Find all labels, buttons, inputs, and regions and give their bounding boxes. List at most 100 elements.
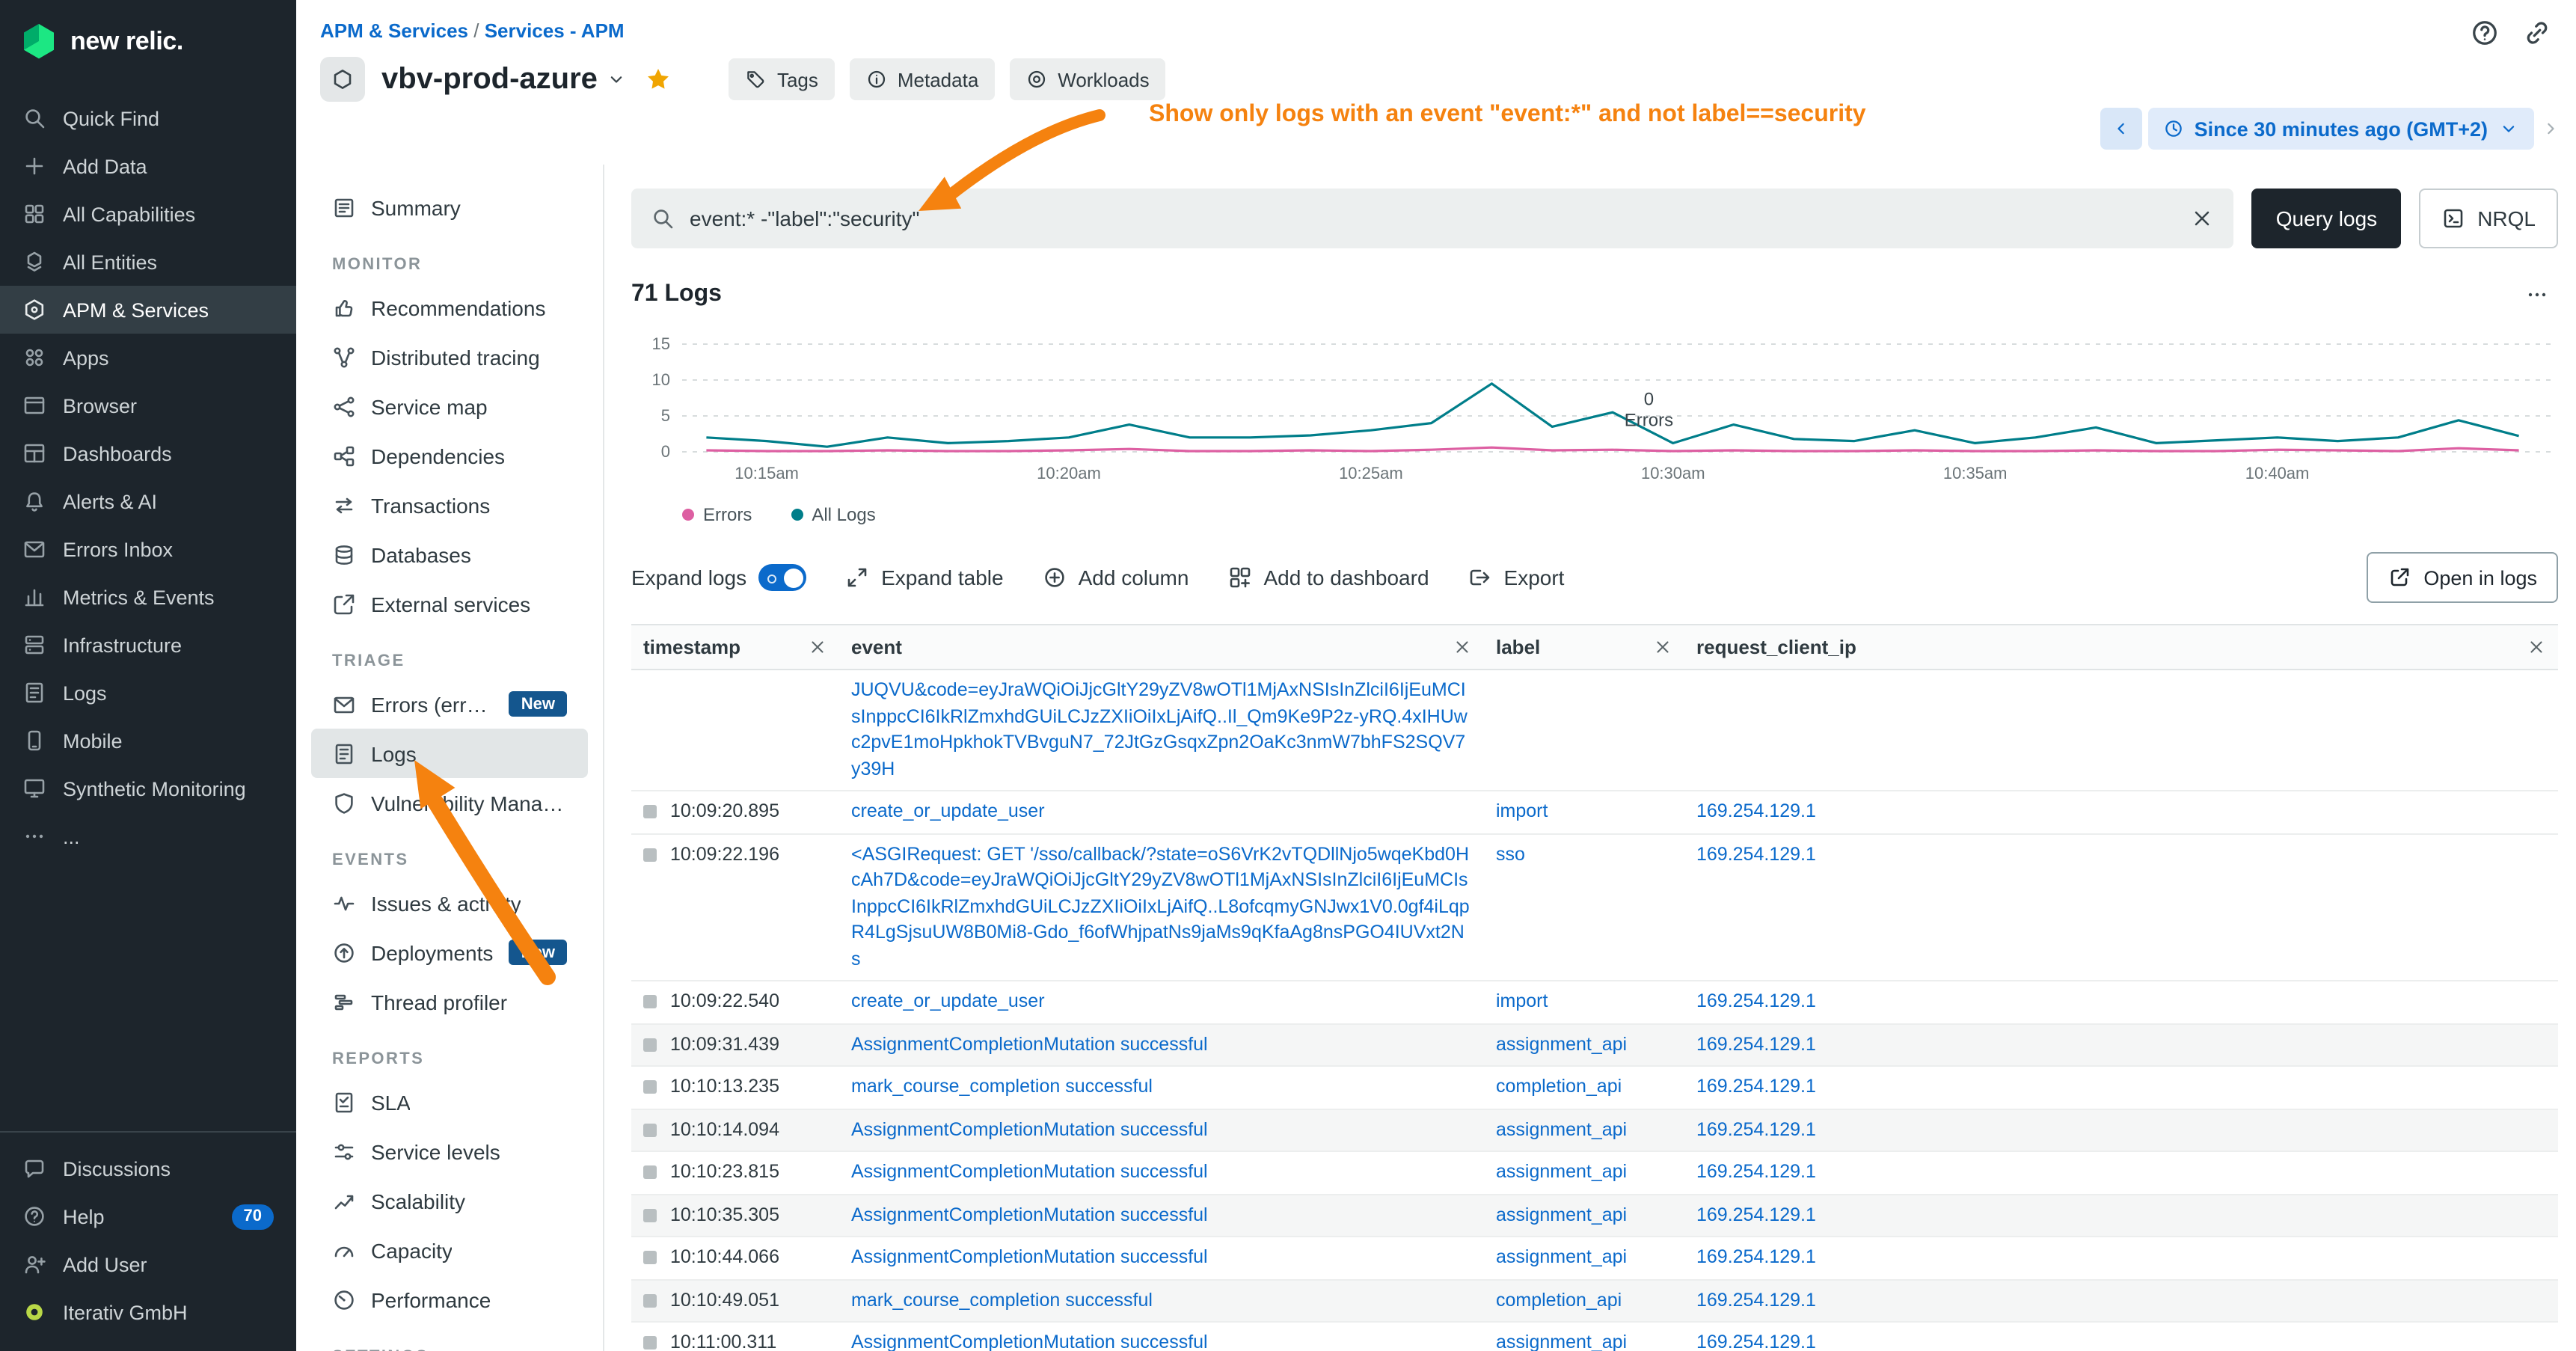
log-label-link[interactable]: assignment_api <box>1496 1033 1627 1054</box>
log-client-ip-link[interactable]: 169.254.129.1 <box>1696 1118 1816 1139</box>
log-row-marker[interactable] <box>643 1123 657 1136</box>
sidebar-item-thread-profiler[interactable]: Thread profiler <box>311 977 588 1026</box>
log-row-marker[interactable] <box>643 848 657 861</box>
log-row-marker[interactable] <box>643 1336 657 1350</box>
workloads-button[interactable]: Workloads <box>1010 58 1165 100</box>
time-range-button[interactable]: Since 30 minutes ago (GMT+2) <box>2148 108 2534 150</box>
global-nav-item-item[interactable]: ... <box>0 812 296 860</box>
log-label-link[interactable]: assignment_api <box>1496 1161 1627 1182</box>
global-nav-item-logs[interactable]: Logs <box>0 669 296 717</box>
log-row-marker[interactable] <box>643 1208 657 1222</box>
global-nav-item-synthetic-monitoring[interactable]: Synthetic Monitoring <box>0 765 296 812</box>
breadcrumb-link-apm-services[interactable]: APM & Services <box>320 19 468 42</box>
export-button[interactable]: Export <box>1468 566 1565 589</box>
sidebar-item-service-map[interactable]: Service map <box>311 382 588 431</box>
remove-column-timestamp-icon[interactable] <box>808 637 827 657</box>
log-event-link[interactable]: create_or_update_user <box>851 800 1045 821</box>
log-table-row[interactable]: 10:11:00.311AssignmentCompletionMutation… <box>631 1322 2558 1351</box>
sidebar-item-deployments[interactable]: DeploymentsNew <box>311 928 588 977</box>
log-client-ip-link[interactable]: 169.254.129.1 <box>1696 843 1816 864</box>
log-client-ip-link[interactable]: 169.254.129.1 <box>1696 1332 1816 1351</box>
time-forward-button[interactable] <box>2540 118 2561 139</box>
log-event-link[interactable]: AssignmentCompletionMutation successful <box>851 1204 1208 1225</box>
log-client-ip-link[interactable]: 169.254.129.1 <box>1696 1161 1816 1182</box>
log-event-link[interactable]: AssignmentCompletionMutation successful <box>851 1246 1208 1267</box>
open-in-logs-button[interactable]: Open in logs <box>2367 552 2558 603</box>
add-column-button[interactable]: Add column <box>1043 566 1189 589</box>
sidebar-item-external-services[interactable]: External services <box>311 579 588 628</box>
legend-item-all-logs[interactable]: All Logs <box>791 504 875 525</box>
time-back-button[interactable] <box>2100 108 2142 150</box>
metadata-button[interactable]: Metadata <box>850 58 995 100</box>
log-row-marker[interactable] <box>643 1165 657 1179</box>
log-client-ip-link[interactable]: 169.254.129.1 <box>1696 1289 1816 1310</box>
sidebar-item-summary[interactable]: Summary <box>311 183 588 232</box>
log-row-marker[interactable] <box>643 805 657 818</box>
sidebar-item-dependencies[interactable]: Dependencies <box>311 431 588 480</box>
copy-permalink-icon[interactable] <box>2522 18 2552 48</box>
global-nav-item-apm-services[interactable]: APM & Services <box>0 286 296 334</box>
log-client-ip-link[interactable]: 169.254.129.1 <box>1696 1033 1816 1054</box>
log-table-row[interactable]: 10:09:20.895create_or_update_userimport1… <box>631 791 2558 833</box>
log-table-row[interactable]: 10:09:22.196<ASGIRequest: GET '/sso/call… <box>631 833 2558 981</box>
log-event-link[interactable]: <ASGIRequest: GET '/sso/callback/?state=… <box>851 843 1470 969</box>
sidebar-item-capacity[interactable]: Capacity <box>311 1225 588 1275</box>
global-nav-item-discussions[interactable]: Discussions <box>0 1145 296 1192</box>
global-nav-item-mobile[interactable]: Mobile <box>0 717 296 765</box>
log-table-row[interactable]: 10:10:14.094AssignmentCompletionMutation… <box>631 1109 2558 1151</box>
remove-column-request-client-ip-icon[interactable] <box>2527 637 2546 657</box>
remove-column-event-icon[interactable] <box>1453 637 1472 657</box>
log-event-link[interactable]: mark_course_completion successful <box>851 1076 1153 1097</box>
logs-options-button[interactable] <box>2525 283 2549 307</box>
log-label-link[interactable]: import <box>1496 800 1548 821</box>
global-nav-item-help[interactable]: Help70 <box>0 1192 296 1240</box>
column-header-label[interactable]: label <box>1484 625 1684 670</box>
global-nav-item-dashboards[interactable]: Dashboards <box>0 429 296 477</box>
log-event-link[interactable]: AssignmentCompletionMutation successful <box>851 1033 1208 1054</box>
log-query-bar[interactable] <box>631 189 2234 248</box>
global-nav-item-apps[interactable]: Apps <box>0 334 296 382</box>
log-table-row[interactable]: 10:10:49.051mark_course_completion succe… <box>631 1279 2558 1322</box>
nrql-button[interactable]: NRQL <box>2419 189 2558 248</box>
log-row-marker[interactable] <box>643 1038 657 1051</box>
sidebar-item-databases[interactable]: Databases <box>311 530 588 579</box>
log-table-row[interactable]: JUQVU&code=eyJraWQiOiJjcGltY29yZV8wOTl1M… <box>631 670 2558 791</box>
global-nav-item-errors-inbox[interactable]: Errors Inbox <box>0 525 296 573</box>
global-nav-item-iterativ-gmbh[interactable]: Iterativ GmbH <box>0 1288 296 1336</box>
legend-item-errors[interactable]: Errors <box>682 504 752 525</box>
query-logs-button[interactable]: Query logs <box>2252 189 2401 248</box>
log-event-link[interactable]: AssignmentCompletionMutation successful <box>851 1161 1208 1182</box>
add-to-dashboard-button[interactable]: Add to dashboard <box>1227 566 1429 589</box>
global-nav-item-add-user[interactable]: Add User <box>0 1240 296 1288</box>
sidebar-item-vulnerability-management[interactable]: Vulnerability Management <box>311 778 588 827</box>
log-event-link[interactable]: mark_course_completion successful <box>851 1289 1153 1310</box>
tags-button[interactable]: Tags <box>729 58 835 100</box>
sidebar-item-scalability[interactable]: Scalability <box>311 1176 588 1225</box>
log-table-row[interactable]: 10:10:35.305AssignmentCompletionMutation… <box>631 1194 2558 1237</box>
log-row-marker[interactable] <box>643 995 657 1008</box>
log-label-link[interactable]: import <box>1496 990 1548 1011</box>
sidebar-item-service-levels[interactable]: Service levels <box>311 1127 588 1176</box>
favorite-star-icon[interactable] <box>645 66 672 93</box>
sidebar-item-issues-activity[interactable]: Issues & activity <box>311 878 588 928</box>
global-nav-item-metrics-events[interactable]: Metrics & Events <box>0 573 296 621</box>
log-row-marker[interactable] <box>643 1080 657 1094</box>
global-nav-item-infrastructure[interactable]: Infrastructure <box>0 621 296 669</box>
help-icon[interactable] <box>2470 18 2500 48</box>
global-nav-item-browser[interactable]: Browser <box>0 382 296 429</box>
global-nav-item-alerts-ai[interactable]: Alerts & AI <box>0 477 296 525</box>
entity-switcher-chevron-icon[interactable] <box>607 69 628 90</box>
column-header-request-client-ip[interactable]: request_client_ip <box>1684 625 2558 670</box>
log-label-link[interactable]: assignment_api <box>1496 1118 1627 1139</box>
log-label-link[interactable]: assignment_api <box>1496 1246 1627 1267</box>
log-row-marker[interactable] <box>643 1293 657 1307</box>
sidebar-item-errors-errors-inb[interactable]: Errors (errors inb...New <box>311 679 588 729</box>
column-header-timestamp[interactable]: timestamp <box>631 625 839 670</box>
log-client-ip-link[interactable]: 169.254.129.1 <box>1696 1204 1816 1225</box>
log-table-row[interactable]: 10:10:23.815AssignmentCompletionMutation… <box>631 1151 2558 1194</box>
log-client-ip-link[interactable]: 169.254.129.1 <box>1696 1076 1816 1097</box>
expand-table-button[interactable]: Expand table <box>845 566 1003 589</box>
sidebar-item-sla[interactable]: SLA <box>311 1077 588 1127</box>
log-table-row[interactable]: 10:10:44.066AssignmentCompletionMutation… <box>631 1237 2558 1279</box>
clear-query-icon[interactable] <box>2191 206 2215 230</box>
